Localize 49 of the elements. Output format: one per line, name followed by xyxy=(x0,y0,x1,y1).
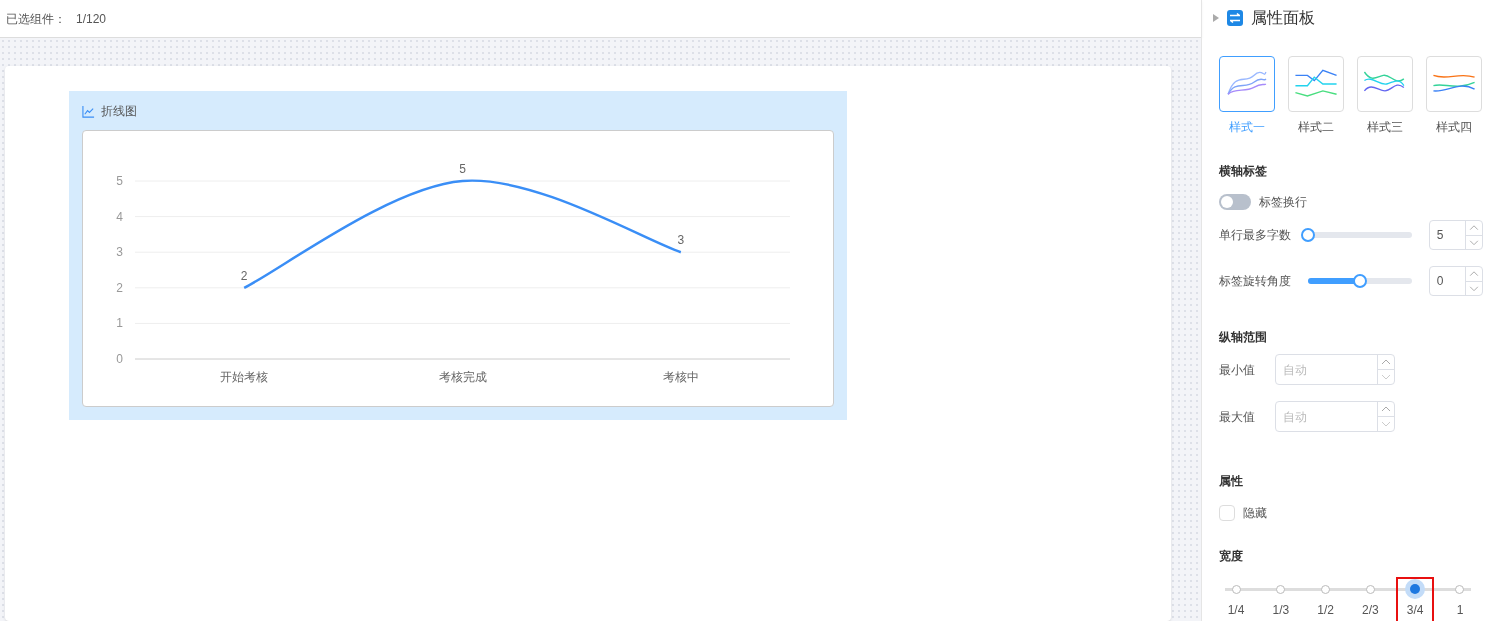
sliders-icon xyxy=(1227,10,1243,26)
checkbox[interactable] xyxy=(1219,505,1235,521)
field-label: 最大值 xyxy=(1219,408,1256,426)
number-spinner[interactable]: 5 xyxy=(1428,220,1483,250)
slider-thumb[interactable] xyxy=(1353,274,1368,288)
width-step-label: 2/3 xyxy=(1362,602,1379,619)
section-heading: 宽度 xyxy=(1219,548,1244,565)
width-step-label: 1/4 xyxy=(1227,602,1245,619)
y-tick-label: 0 xyxy=(116,352,123,366)
caret-icon[interactable] xyxy=(1213,14,1219,22)
widget-title: 折线图 xyxy=(101,103,137,120)
field-label: 最小值 xyxy=(1219,361,1256,379)
panel-title: 属性面板 xyxy=(1251,8,1315,28)
x-axis-label: 考核中 xyxy=(662,370,699,384)
slider-thumb[interactable] xyxy=(1301,228,1316,242)
number-spinner[interactable]: 自动 xyxy=(1275,401,1395,432)
toggle-switch[interactable] xyxy=(1219,194,1251,210)
checkbox-label: 隐藏 xyxy=(1243,505,1267,522)
section-heading: 属性 xyxy=(1219,473,1244,490)
y-tick-label: 3 xyxy=(116,245,123,260)
y-tick-label: 4 xyxy=(116,209,123,224)
width-step-label: 1/3 xyxy=(1272,602,1290,619)
number-value: 0 xyxy=(1435,273,1445,290)
x-axis-label: 开始考核 xyxy=(220,370,269,384)
width-step-label: 1 xyxy=(1456,602,1464,619)
toggle-label: 标签换行 xyxy=(1259,194,1307,211)
section-heading: 横轴标签 xyxy=(1219,163,1268,180)
section-heading: 纵轴范围 xyxy=(1219,329,1268,346)
data-label: 2 xyxy=(240,268,248,283)
y-tick-label: 1 xyxy=(116,316,123,331)
number-input[interactable]: 自动 xyxy=(1276,402,1377,431)
x-axis-label: 考核完成 xyxy=(438,370,487,384)
slider-label: 标签旋转角度 xyxy=(1219,273,1292,290)
number-value: 5 xyxy=(1435,227,1445,244)
data-label: 3 xyxy=(677,233,685,248)
number-spinner[interactable]: 0 xyxy=(1428,266,1483,296)
data-label: 5 xyxy=(459,162,466,176)
line-chart-icon xyxy=(82,104,95,118)
number-spinner[interactable]: 自动 xyxy=(1275,354,1395,385)
width-step-label: 3/4 xyxy=(1406,602,1424,619)
chart-widget[interactable]: 折线图 0 1 2 3 4 5 开始考核 考核完成 考核中 2 5 3 xyxy=(69,91,847,420)
width-step-label: 1/2 xyxy=(1317,602,1334,619)
selected-components-label: 已选组件： xyxy=(6,10,66,28)
y-tick-label: 2 xyxy=(116,280,123,295)
y-tick-label: 5 xyxy=(116,174,123,188)
width-step[interactable] xyxy=(1405,579,1426,599)
slider-label: 单行最多字数 xyxy=(1219,227,1292,244)
selected-components-count: 1/120 xyxy=(76,10,107,28)
number-input[interactable]: 自动 xyxy=(1276,355,1377,384)
